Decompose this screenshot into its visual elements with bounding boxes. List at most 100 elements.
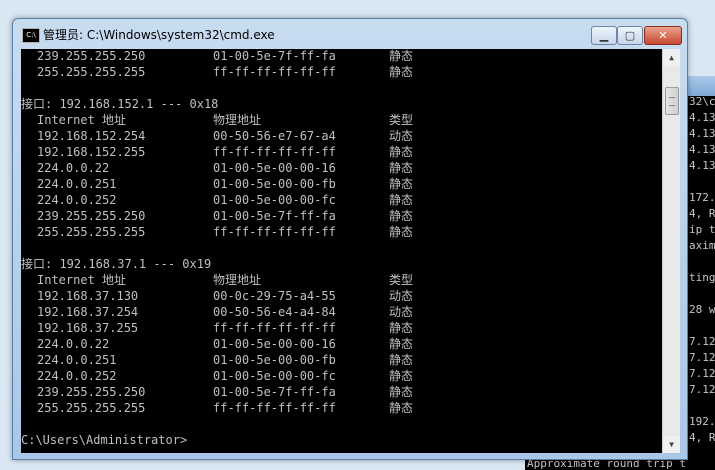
- arp-ip-address: 224.0.0.22: [37, 337, 110, 351]
- background-console-line: 4.13: [689, 127, 715, 140]
- scroll-up-arrow-icon[interactable]: ▲: [663, 49, 680, 66]
- arp-ip-address: 224.0.0.252: [37, 369, 117, 383]
- scrollbar-thumb[interactable]: [665, 87, 679, 115]
- arp-entry-type: 静态: [389, 209, 414, 223]
- arp-mac-address: 01-00-5e-7f-ff-fa: [213, 385, 336, 399]
- arp-table-row: 192.168.37.255 ff-ff-ff-ff-ff-ff 静态: [21, 320, 662, 336]
- arp-mac-address: 01-00-5e-00-00-16: [213, 161, 336, 175]
- arp-table-row: 224.0.0.252 01-00-5e-00-00-fc 静态: [21, 192, 662, 208]
- arp-mac-address: 00-50-56-e4-a4-84: [213, 305, 336, 319]
- background-console-line: ip t: [689, 223, 715, 236]
- arp-ip-address: 224.0.0.251: [37, 177, 117, 191]
- arp-mac-address: 01-00-5e-00-00-fb: [213, 353, 336, 367]
- arp-mac-address: 00-50-56-e7-67-a4: [213, 129, 336, 143]
- arp-mac-address: ff-ff-ff-ff-ff-ff: [213, 65, 336, 79]
- arp-ip-address: 192.168.152.254: [37, 129, 146, 143]
- arp-entry-type: 静态: [389, 225, 414, 239]
- background-console-line: 172.: [689, 191, 715, 204]
- background-console-line: 4, R: [689, 431, 715, 444]
- minimize-button[interactable]: ▁: [591, 26, 617, 45]
- arp-mac-address: 01-00-5e-00-00-fc: [213, 369, 336, 383]
- arp-entry-type: 静态: [389, 401, 414, 415]
- cmd-window[interactable]: C:\ 管理员: C:\Windows\system32\cmd.exe ▁ ▢…: [12, 18, 688, 460]
- command-prompt-text: C:\Users\Administrator>: [21, 433, 188, 447]
- background-console-line: 192.: [689, 415, 715, 428]
- vertical-scrollbar[interactable]: ▲ ▼: [662, 49, 680, 453]
- background-console-line: axim: [689, 239, 715, 252]
- arp-ip-address: 192.168.37.254: [37, 305, 139, 319]
- arp-entry-type: 静态: [389, 161, 414, 175]
- cmd-app-icon[interactable]: C:\: [22, 28, 40, 43]
- maximize-button[interactable]: ▢: [617, 26, 643, 45]
- interface-header-text: 接口: 192.168.152.1 --- 0x18: [21, 97, 219, 111]
- arp-ip-address: 224.0.0.22: [37, 161, 110, 175]
- console-output[interactable]: 239.255.255.250 01-00-5e-7f-ff-fa 静态 255.25…: [21, 49, 662, 453]
- background-console-line: 7.12: [689, 383, 715, 396]
- background-console-line: 4.13: [689, 143, 715, 156]
- arp-ip-address: 255.255.255.255: [37, 65, 146, 79]
- arp-entry-type: 静态: [389, 353, 414, 367]
- arp-entry-type: 动态: [389, 289, 414, 303]
- background-console-line: 28 w: [689, 303, 715, 316]
- arp-entry-type: 静态: [389, 65, 414, 79]
- arp-ip-address: 224.0.0.251: [37, 353, 117, 367]
- arp-mac-address: 01-00-5e-00-00-fc: [213, 193, 336, 207]
- background-window-titlebar[interactable]: [686, 76, 715, 96]
- arp-entry-type: 静态: [389, 369, 414, 383]
- column-header-physical-address: 物理地址: [213, 113, 262, 127]
- arp-table-row: 239.255.255.250 01-00-5e-7f-ff-fa 静态: [21, 49, 662, 64]
- arp-entry-type: 静态: [389, 337, 414, 351]
- arp-table-row: 224.0.0.251 01-00-5e-00-00-fb 静态: [21, 176, 662, 192]
- arp-entry-type: 静态: [389, 145, 414, 159]
- arp-ip-address: 192.168.37.255: [37, 321, 139, 335]
- column-header-type: 类型: [389, 113, 414, 127]
- arp-entry-type: 动态: [389, 305, 414, 319]
- arp-table-row: 192.168.152.255 ff-ff-ff-ff-ff-ff 静态: [21, 144, 662, 160]
- background-console-line: 7.12: [689, 335, 715, 348]
- interface-header: 接口: 192.168.152.1 --- 0x18: [21, 96, 662, 112]
- column-header-internet-address: Internet 地址: [37, 273, 127, 287]
- background-console-line: 7.12: [689, 351, 715, 364]
- scroll-down-arrow-icon[interactable]: ▼: [663, 436, 680, 453]
- title-bar[interactable]: C:\ 管理员: C:\Windows\system32\cmd.exe ▁ ▢…: [13, 19, 687, 49]
- close-button[interactable]: ✕: [644, 26, 682, 45]
- arp-mac-address: 01-00-5e-7f-ff-fa: [213, 49, 336, 63]
- arp-mac-address: ff-ff-ff-ff-ff-ff: [213, 225, 336, 239]
- background-console-line: 7.12: [689, 367, 715, 380]
- arp-table-row: 192.168.37.130 00-0c-29-75-a4-55 动态: [21, 288, 662, 304]
- interface-header: 接口: 192.168.37.1 --- 0x19: [21, 256, 662, 272]
- arp-table-row: 192.168.152.254 00-50-56-e7-67-a4 动态: [21, 128, 662, 144]
- background-console-line: 4, R: [689, 207, 715, 220]
- column-header-row: Internet 地址 物理地址 类型: [21, 112, 662, 128]
- arp-table-row: 224.0.0.251 01-00-5e-00-00-fb 静态: [21, 352, 662, 368]
- arp-table-row: 239.255.255.250 01-00-5e-7f-ff-fa 静态: [21, 208, 662, 224]
- background-console-line: 4.13: [689, 159, 715, 172]
- background-console-line: 32\c: [689, 95, 715, 108]
- arp-ip-address: 192.168.152.255: [37, 145, 146, 159]
- arp-mac-address: 01-00-5e-00-00-fb: [213, 177, 336, 191]
- column-header-internet-address: Internet 地址: [37, 113, 127, 127]
- arp-ip-address: 239.255.255.250: [37, 49, 146, 63]
- arp-table-row: 224.0.0.22 01-00-5e-00-00-16 静态: [21, 336, 662, 352]
- window-title: 管理员: C:\Windows\system32\cmd.exe: [43, 28, 275, 42]
- background-console-line: ting: [689, 271, 715, 284]
- arp-mac-address: 01-00-5e-7f-ff-fa: [213, 209, 336, 223]
- arp-mac-address: 01-00-5e-00-00-16: [213, 337, 336, 351]
- arp-entry-type: 静态: [389, 385, 414, 399]
- arp-mac-address: 00-0c-29-75-a4-55: [213, 289, 336, 303]
- arp-table-row: 224.0.0.252 01-00-5e-00-00-fc 静态: [21, 368, 662, 384]
- arp-ip-address: 255.255.255.255: [37, 225, 146, 239]
- arp-table-row: 192.168.37.254 00-50-56-e4-a4-84 动态: [21, 304, 662, 320]
- arp-mac-address: ff-ff-ff-ff-ff-ff: [213, 401, 336, 415]
- column-header-type: 类型: [389, 273, 414, 287]
- background-console-window[interactable]: 32\c 4.13 4.13 4.13 4.13 172. 4, R ip t axim ting…: [685, 76, 715, 470]
- arp-table-row: 255.255.255.255 ff-ff-ff-ff-ff-ff 静态: [21, 400, 662, 416]
- arp-table-row: 255.255.255.255 ff-ff-ff-ff-ff-ff 静态: [21, 64, 662, 80]
- arp-table-row: 239.255.255.250 01-00-5e-7f-ff-fa 静态: [21, 384, 662, 400]
- arp-entry-type: 静态: [389, 49, 414, 63]
- arp-ip-address: 239.255.255.250: [37, 385, 146, 399]
- arp-table-row: 224.0.0.22 01-00-5e-00-00-16 静态: [21, 160, 662, 176]
- arp-ip-address: 239.255.255.250: [37, 209, 146, 223]
- column-header-physical-address: 物理地址: [213, 273, 262, 287]
- arp-entry-type: 静态: [389, 177, 414, 191]
